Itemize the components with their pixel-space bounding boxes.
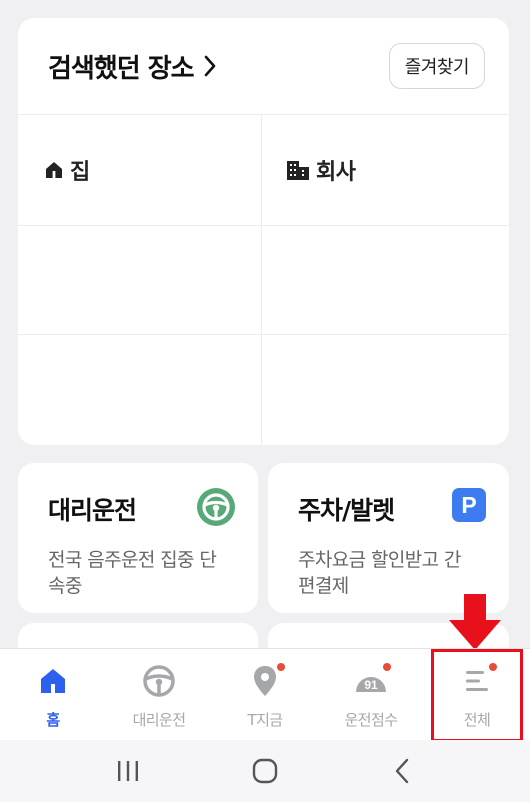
notification-badge — [383, 663, 391, 671]
nav-item-designated-driver[interactable]: 대리운전 — [106, 649, 212, 740]
driving-score-value: 91 — [364, 678, 378, 692]
place-cell-work[interactable]: 회사 — [262, 115, 509, 226]
recent-apps-icon[interactable] — [98, 746, 158, 796]
map-pin-icon — [247, 663, 285, 699]
favorites-button[interactable]: 즐겨찾기 — [388, 43, 485, 89]
home-icon — [35, 663, 71, 699]
place-cell-empty[interactable] — [262, 335, 509, 445]
steering-wheel-icon — [196, 487, 236, 531]
place-cell-empty[interactable] — [18, 335, 262, 445]
service-desc: 주차요금 할인받고 간편결제 — [298, 549, 461, 597]
designated-driver-card[interactable]: 대리운전 전국 음주운전 집중 단속중 — [18, 463, 258, 613]
recent-places-title: 검색했던 장소 — [48, 53, 195, 84]
nav-label: 운전점수 — [344, 711, 398, 729]
parking-icon: P — [451, 487, 487, 527]
service-desc: 전국 음주운전 집중 단속중 — [48, 549, 217, 597]
notification-badge — [277, 663, 285, 671]
chevron-right-icon — [204, 55, 216, 77]
recent-places-card: 검색했던 장소 즐겨찾기 집 회사 — [18, 18, 509, 445]
system-nav-bar — [0, 740, 530, 802]
annotation-arrow-icon — [449, 594, 501, 656]
home-button-icon[interactable] — [235, 746, 295, 796]
nav-item-home[interactable]: 홈 — [0, 649, 106, 740]
place-label-work: 회사 — [316, 160, 356, 185]
place-cell-empty[interactable] — [18, 226, 262, 335]
nav-label: T지금 — [247, 711, 284, 729]
steering-wheel-icon — [141, 663, 177, 699]
place-cell-home[interactable]: 집 — [18, 115, 262, 226]
place-label-home: 집 — [70, 160, 90, 185]
recent-places-title-link[interactable]: 검색했던 장소 — [48, 48, 216, 85]
place-cell-empty[interactable] — [262, 226, 509, 335]
building-icon — [286, 159, 310, 181]
nav-item-t-now[interactable]: T지금 — [212, 649, 318, 740]
nav-item-driving-score[interactable]: 91 운전점수 — [318, 649, 424, 740]
back-icon[interactable] — [372, 746, 432, 796]
parking-icon-letter: P — [461, 492, 476, 518]
highlight-box — [431, 649, 523, 742]
home-icon — [44, 160, 64, 180]
parking-valet-card[interactable]: 주차/발렛 주차요금 할인받고 간편결제 P — [268, 463, 509, 613]
nav-label: 대리운전 — [132, 711, 186, 729]
nav-label: 홈 — [46, 711, 60, 729]
gauge-icon: 91 — [353, 663, 391, 699]
places-grid: 집 회사 — [18, 115, 509, 445]
recent-places-header: 검색했던 장소 즐겨찾기 — [18, 18, 509, 115]
